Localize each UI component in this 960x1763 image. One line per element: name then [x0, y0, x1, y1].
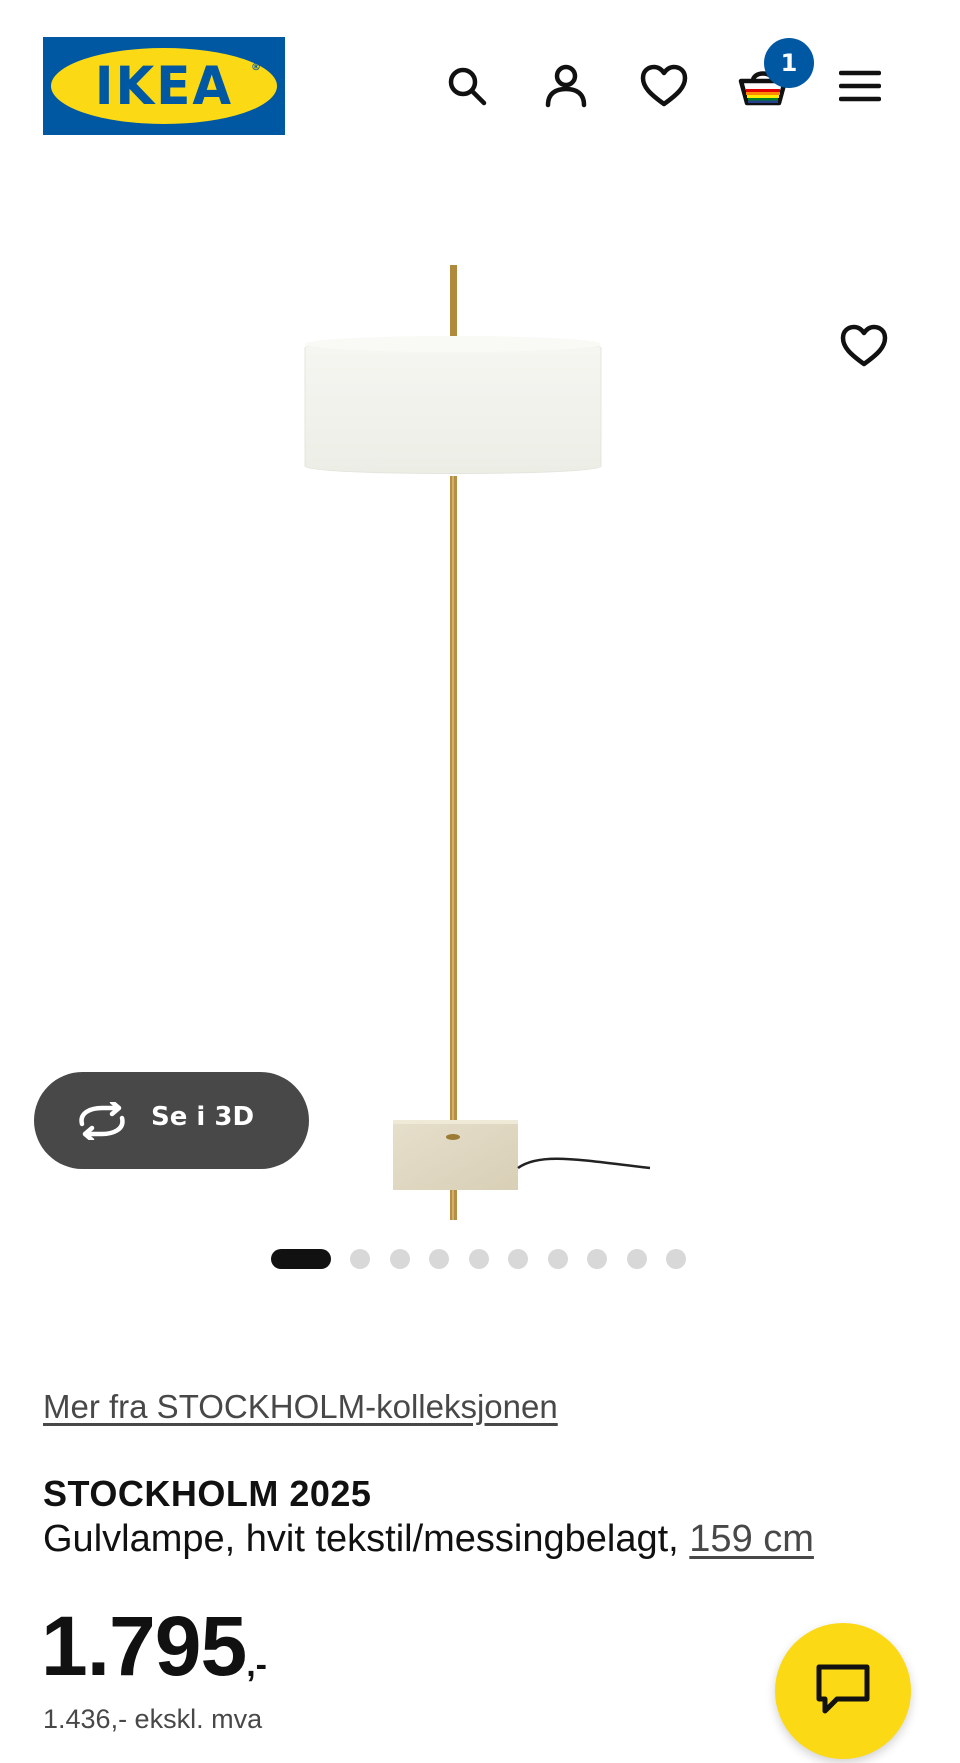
product-price: 1.795 ,- [41, 1604, 267, 1688]
account-icon[interactable] [538, 58, 594, 114]
carousel-dot[interactable] [587, 1249, 607, 1269]
save-favorite-icon[interactable] [836, 318, 892, 374]
product-name: STOCKHOLM 2025 [43, 1473, 372, 1514]
cart-count-badge: 1 [764, 38, 814, 88]
favorites-icon[interactable] [636, 58, 692, 114]
carousel-dot[interactable] [508, 1249, 528, 1269]
price-excl-vat: 1.436,- ekskl. mva [43, 1704, 263, 1734]
carousel-dot-active[interactable] [271, 1249, 331, 1269]
carousel-dot[interactable] [350, 1249, 370, 1269]
chat-button[interactable] [775, 1623, 911, 1759]
carousel-dot[interactable] [547, 1249, 568, 1269]
carousel-dot[interactable] [468, 1249, 489, 1269]
rotate-3d-icon [74, 1099, 130, 1143]
menu-icon[interactable] [832, 58, 888, 114]
carousel-dot[interactable] [666, 1249, 686, 1269]
product-size-link[interactable]: 159 cm [689, 1518, 814, 1560]
ikea-logo[interactable]: IKEA ® [43, 37, 285, 135]
image-carousel-indicator [271, 1249, 706, 1269]
product-description: Gulvlampe, hvit tekstil/messingbelagt, 1… [43, 1518, 814, 1561]
product-description-text: Gulvlampe, hvit tekstil/messingbelagt, [43, 1518, 679, 1560]
price-integer: 1.795 [41, 1599, 247, 1693]
search-icon[interactable] [439, 58, 495, 114]
logo-text: IKEA [94, 55, 234, 117]
collection-link[interactable]: Mer fra STOCKHOLM-kolleksjonen [43, 1388, 558, 1426]
see-in-3d-button[interactable]: Se i 3D [34, 1072, 309, 1169]
carousel-dot[interactable] [429, 1249, 449, 1269]
chat-icon [815, 1663, 871, 1719]
logo-oval: IKEA ® [51, 48, 277, 124]
carousel-dot[interactable] [389, 1249, 410, 1269]
carousel-dot[interactable] [626, 1249, 647, 1269]
see-in-3d-label: Se i 3D [151, 1102, 255, 1132]
site-header: IKEA ® 1 [0, 0, 960, 150]
logo-registered-mark: ® [251, 62, 261, 73]
price-suffix: ,- [246, 1646, 267, 1684]
